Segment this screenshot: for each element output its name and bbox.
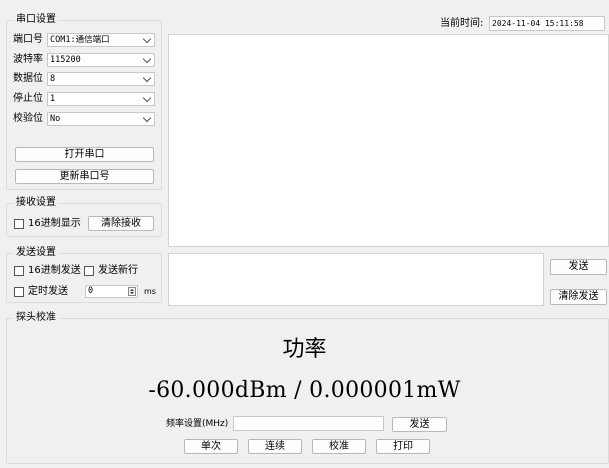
single-button[interactable]: 单次 xyxy=(184,439,238,454)
continuous-button[interactable]: 连续 xyxy=(248,439,302,454)
interval-unit: ms xyxy=(144,287,156,296)
chevron-down-icon xyxy=(142,113,152,123)
probe-calibration-title: 探头校准 xyxy=(13,311,59,325)
spin-arrows-icon[interactable] xyxy=(128,287,136,296)
parity-select[interactable]: No xyxy=(47,112,155,126)
print-button[interactable]: 打印 xyxy=(376,439,430,454)
port-select[interactable]: COM1:通信端口 xyxy=(47,33,155,47)
current-time-value: 2024-11-04 15:11:58 xyxy=(489,16,605,31)
clear-send-button[interactable]: 清除发送 xyxy=(550,289,607,305)
hex-send-label: 16进制发送 xyxy=(28,265,81,276)
open-port-button[interactable]: 打开串口 xyxy=(15,147,154,162)
frequency-input[interactable] xyxy=(233,416,384,431)
databits-select[interactable]: 8 xyxy=(47,72,155,86)
port-select-value: COM1:通信端口 xyxy=(50,35,110,45)
hex-display-label: 16进制显示 xyxy=(28,218,81,229)
parity-select-value: No xyxy=(50,114,61,124)
send-button[interactable]: 发送 xyxy=(550,259,607,275)
hex-display-checkbox[interactable] xyxy=(14,219,24,229)
baud-label: 波特率 xyxy=(13,54,43,65)
power-reading: -60.000dBm / 0.000001mW xyxy=(148,378,461,403)
serial-settings-title: 串口设置 xyxy=(13,13,59,27)
power-title: 功率 xyxy=(282,337,327,362)
frequency-send-button[interactable]: 发送 xyxy=(392,417,447,432)
interval-value: 0 xyxy=(88,286,94,296)
newline-checkbox[interactable] xyxy=(84,266,94,276)
baud-select[interactable]: 115200 xyxy=(47,53,155,67)
current-time-label: 当前时间: xyxy=(440,18,484,29)
timed-send-label: 定时发送 xyxy=(28,286,68,297)
databits-select-value: 8 xyxy=(50,74,56,84)
current-time-text: 2024-11-04 15:11:58 xyxy=(492,19,584,28)
stopbits-select-value: 1 xyxy=(50,94,56,104)
send-settings-title: 发送设置 xyxy=(13,246,59,260)
receive-settings-title: 接收设置 xyxy=(13,196,59,210)
send-text-area[interactable] xyxy=(168,253,544,306)
newline-label: 发送新行 xyxy=(98,265,138,276)
stopbits-label: 停止位 xyxy=(13,93,43,104)
clear-receive-button[interactable]: 清除接收 xyxy=(88,216,154,231)
parity-label: 校验位 xyxy=(13,113,43,124)
port-label: 端口号 xyxy=(13,34,43,45)
calibrate-button[interactable]: 校准 xyxy=(312,439,366,454)
interval-spinbox[interactable]: 0 xyxy=(85,285,138,298)
chevron-down-icon xyxy=(142,54,152,64)
chevron-down-icon xyxy=(142,73,152,83)
chevron-down-icon xyxy=(142,93,152,103)
hex-send-checkbox[interactable] xyxy=(14,266,24,276)
databits-label: 数据位 xyxy=(13,73,43,84)
timed-send-checkbox[interactable] xyxy=(14,287,24,297)
chevron-down-icon xyxy=(142,34,152,44)
baud-select-value: 115200 xyxy=(50,55,81,65)
refresh-port-button[interactable]: 更新串口号 xyxy=(15,169,154,184)
stopbits-select[interactable]: 1 xyxy=(47,92,155,106)
frequency-label: 频率设置(MHz) xyxy=(166,419,229,429)
receive-text-area[interactable] xyxy=(168,34,609,247)
